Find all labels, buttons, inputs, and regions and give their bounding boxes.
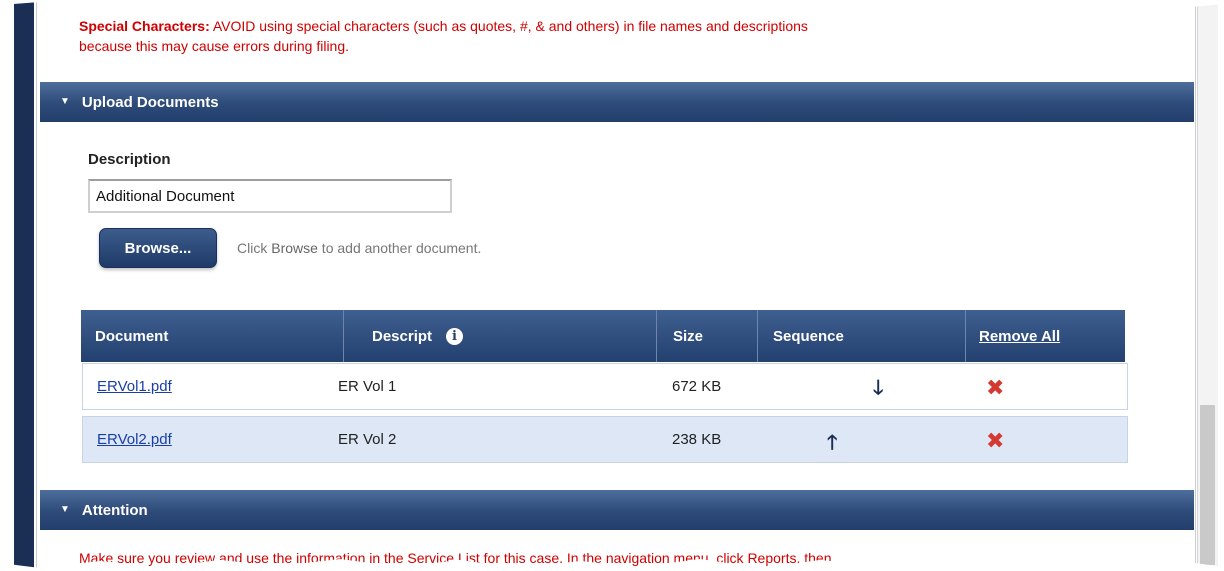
left-frame-rail bbox=[14, 0, 34, 571]
upload-documents-header[interactable]: ▼ Upload Documents bbox=[40, 82, 1194, 122]
document-link[interactable]: ERVol2.pdf bbox=[97, 417, 172, 462]
column-description: Descript i bbox=[372, 310, 464, 362]
warning-text-2: because this may cause errors during fil… bbox=[79, 38, 350, 54]
column-sequence: Sequence bbox=[773, 327, 844, 345]
attention-header[interactable]: ▼ Attention bbox=[40, 490, 1194, 530]
hint-browse: Browse bbox=[271, 240, 318, 256]
info-icon[interactable]: i bbox=[446, 327, 464, 345]
column-divider bbox=[757, 310, 758, 362]
table-row: ERVol2.pdf ER Vol 2 238 KB 🡑 ✖ bbox=[82, 416, 1128, 463]
column-divider bbox=[343, 310, 344, 362]
special-characters-warning: Special Characters: AVOID using special … bbox=[79, 16, 1099, 56]
warning-label: Special Characters: bbox=[79, 18, 210, 34]
arrow-up-icon[interactable]: 🡑 bbox=[827, 433, 837, 453]
column-document: Document bbox=[95, 327, 169, 345]
upload-documents-title: Upload Documents bbox=[81, 93, 219, 111]
description-cell: ER Vol 1 bbox=[338, 378, 397, 395]
remove-icon[interactable]: ✖ bbox=[986, 430, 1004, 452]
size-cell: 238 KB bbox=[672, 431, 722, 448]
document-link[interactable]: ERVol1.pdf bbox=[97, 364, 172, 409]
caret-down-icon: ▼ bbox=[60, 95, 70, 107]
arrow-down-icon[interactable]: 🡓 bbox=[873, 378, 883, 398]
torn-edge-top bbox=[0, 0, 1224, 11]
size-cell: 672 KB bbox=[672, 378, 722, 395]
description-input[interactable] bbox=[88, 179, 452, 213]
column-size: Size bbox=[673, 327, 704, 345]
column-divider bbox=[965, 310, 966, 362]
column-description-label: Descript bbox=[372, 327, 433, 345]
scrollbar-thumb[interactable] bbox=[1200, 405, 1215, 565]
torn-edge-bottom bbox=[0, 559, 1224, 571]
remove-all-label[interactable]: Remove All bbox=[979, 328, 1060, 345]
browse-button[interactable]: Browse... bbox=[99, 228, 217, 268]
description-label: Description bbox=[88, 151, 171, 168]
documents-table-header: Document Descript i Size Sequence Remove… bbox=[81, 310, 1125, 362]
description-cell: ER Vol 2 bbox=[338, 431, 397, 448]
document-link-label[interactable]: ERVol1.pdf bbox=[97, 378, 172, 395]
table-row: ERVol1.pdf ER Vol 1 672 KB 🡓 ✖ bbox=[82, 363, 1128, 410]
hint-suffix: to add another document. bbox=[317, 240, 482, 256]
remove-all-link[interactable]: Remove All bbox=[979, 310, 1060, 362]
attention-title: Attention bbox=[81, 501, 148, 519]
column-divider bbox=[656, 310, 657, 362]
hint-prefix: Click bbox=[237, 240, 272, 256]
warning-text: AVOID using special characters (such as … bbox=[212, 18, 808, 34]
caret-down-icon: ▼ bbox=[60, 503, 70, 515]
document-link-label[interactable]: ERVol2.pdf bbox=[97, 431, 172, 448]
browse-hint: Click Browse to add another document. bbox=[237, 240, 481, 256]
remove-icon[interactable]: ✖ bbox=[986, 377, 1004, 399]
